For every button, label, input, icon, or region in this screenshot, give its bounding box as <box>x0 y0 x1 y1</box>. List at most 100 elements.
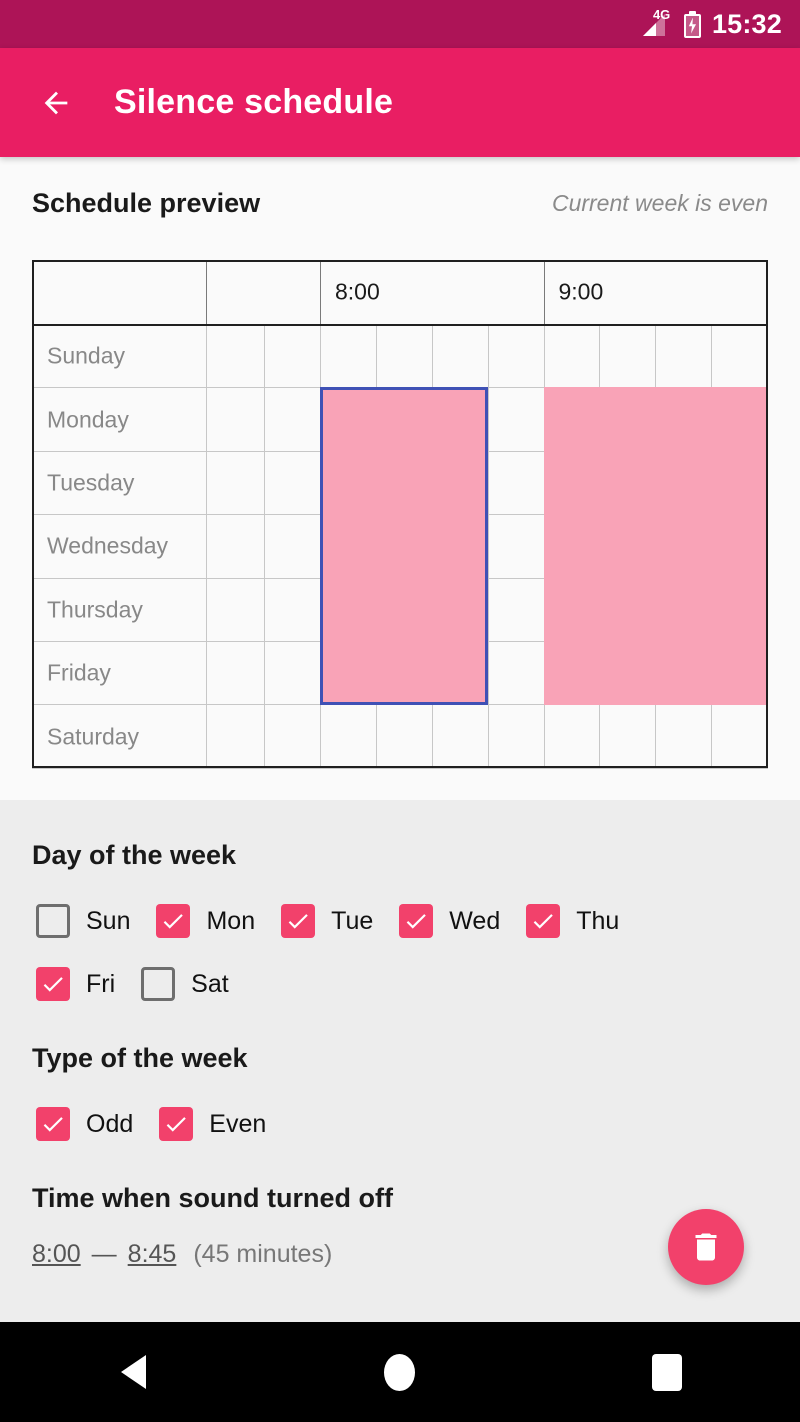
slot-cell[interactable] <box>320 514 377 579</box>
slot-cell[interactable] <box>375 323 433 389</box>
checkbox-label: Wed <box>449 906 501 935</box>
slot-cell[interactable] <box>543 514 601 579</box>
schedule-grid[interactable]: 8:00 9:00 Sunday Monday Tuesday Wednesda… <box>32 260 768 769</box>
day-label-text: Friday <box>47 659 111 686</box>
slot-cell[interactable] <box>320 640 377 706</box>
type-of-week-row: Odd Even <box>36 1107 292 1141</box>
pad-cell <box>206 450 321 516</box>
slot-cell[interactable] <box>655 577 713 642</box>
status-bar-right: 4G 15:32 <box>639 8 782 40</box>
slot-cell[interactable] <box>487 387 545 452</box>
checkbox-label: Sun <box>86 906 131 935</box>
slot-cell[interactable] <box>655 514 713 579</box>
checkbox-even[interactable]: Even <box>159 1107 266 1141</box>
day-of-week-row-2: Fri Sat <box>36 967 255 1001</box>
slot-cell[interactable] <box>487 450 545 516</box>
slot-cell[interactable] <box>711 450 768 516</box>
slot-cell[interactable] <box>375 704 433 769</box>
slot-cell[interactable] <box>711 577 768 642</box>
slot-cell[interactable] <box>320 704 377 769</box>
slot-cell[interactable] <box>543 577 601 642</box>
slot-cell[interactable] <box>711 323 768 389</box>
slot-cell[interactable] <box>711 640 768 706</box>
slot-cell[interactable] <box>543 387 601 452</box>
slot-cell[interactable] <box>487 704 545 769</box>
slot-cell[interactable] <box>431 323 489 389</box>
slot-cell[interactable] <box>431 704 489 769</box>
slot-cell[interactable] <box>655 387 713 452</box>
checkbox-label: Thu <box>576 906 620 935</box>
slot-cell[interactable] <box>320 323 377 389</box>
checkbox-fri[interactable]: Fri <box>36 967 115 1001</box>
slot-cell[interactable] <box>711 514 768 579</box>
slot-cell[interactable] <box>599 387 657 452</box>
slot-cell[interactable] <box>487 323 545 389</box>
checkbox-thu[interactable]: Thu <box>526 904 619 938</box>
slot-cell[interactable] <box>375 450 433 516</box>
slot-cell[interactable] <box>599 323 657 389</box>
triangle-back-icon <box>120 1355 146 1389</box>
slot-cell[interactable] <box>431 640 489 706</box>
slot-cell[interactable] <box>431 514 489 579</box>
system-navigation-bar <box>0 1322 800 1422</box>
hour-label-text: 9:00 <box>558 278 604 305</box>
checkbox-odd[interactable]: Odd <box>36 1107 133 1141</box>
slot-cell[interactable] <box>487 577 545 642</box>
slot-cell[interactable] <box>487 640 545 706</box>
slot-cell[interactable] <box>655 704 713 769</box>
slot-cell[interactable] <box>655 450 713 516</box>
back-button[interactable] <box>28 75 84 131</box>
pad-cell <box>206 323 321 389</box>
checkbox-sun[interactable]: Sun <box>36 904 130 938</box>
day-label-text: Monday <box>47 406 129 433</box>
slot-cell[interactable] <box>431 387 489 452</box>
slot-cell[interactable] <box>431 577 489 642</box>
slot-cell[interactable] <box>375 514 433 579</box>
slot-cell[interactable] <box>487 514 545 579</box>
nav-recents-button[interactable] <box>627 1342 707 1402</box>
slot-cell[interactable] <box>655 323 713 389</box>
checkbox-label: Sat <box>191 969 229 998</box>
checkbox-sat[interactable]: Sat <box>141 967 229 1001</box>
slot-cell[interactable] <box>599 704 657 769</box>
schedule-preview-section: Schedule preview Current week is even 8:… <box>0 157 800 800</box>
signal-4g-icon: 4G <box>639 8 673 39</box>
slot-cell[interactable] <box>711 704 768 769</box>
slot-cell[interactable] <box>711 387 768 452</box>
checkbox-wed[interactable]: Wed <box>399 904 500 938</box>
end-time-value[interactable]: 8:45 <box>128 1240 177 1269</box>
arrow-left-icon <box>44 91 68 114</box>
time-range-dash: — <box>91 1240 117 1268</box>
nav-back-button[interactable] <box>93 1342 173 1402</box>
slot-cell[interactable] <box>320 450 377 516</box>
slot-cell[interactable] <box>599 514 657 579</box>
nav-home-button[interactable] <box>360 1342 440 1402</box>
slot-cell[interactable] <box>543 640 601 706</box>
slot-cell[interactable] <box>599 450 657 516</box>
slot-cell[interactable] <box>320 577 377 642</box>
slot-cell[interactable] <box>375 577 433 642</box>
checkbox-box <box>526 904 561 938</box>
checkbox-label: Tue <box>331 906 374 935</box>
status-bar: 4G 15:32 <box>0 0 800 48</box>
slot-cell[interactable] <box>543 323 601 389</box>
slot-cell[interactable] <box>543 450 601 516</box>
slot-cell[interactable] <box>543 704 601 769</box>
checkbox-mon[interactable]: Mon <box>156 904 255 938</box>
slot-cell[interactable] <box>599 640 657 706</box>
slot-cell[interactable] <box>375 640 433 706</box>
slot-cell[interactable] <box>320 387 377 452</box>
checkbox-box <box>156 904 191 938</box>
pad-cell <box>206 640 321 706</box>
preview-title: Schedule preview <box>32 187 261 218</box>
delete-fab-button[interactable] <box>668 1209 744 1285</box>
slot-cell[interactable] <box>431 450 489 516</box>
schedule-grid-wrapper[interactable]: 8:00 9:00 Sunday Monday Tuesday Wednesda… <box>32 260 768 769</box>
slot-cell[interactable] <box>655 640 713 706</box>
checkbox-tue[interactable]: Tue <box>281 904 373 938</box>
start-time-value[interactable]: 8:00 <box>32 1240 81 1269</box>
grid-row-tuesday: Tuesday <box>32 450 768 516</box>
slot-cell[interactable] <box>375 387 433 452</box>
slot-cell[interactable] <box>599 577 657 642</box>
checkbox-box <box>159 1107 194 1141</box>
